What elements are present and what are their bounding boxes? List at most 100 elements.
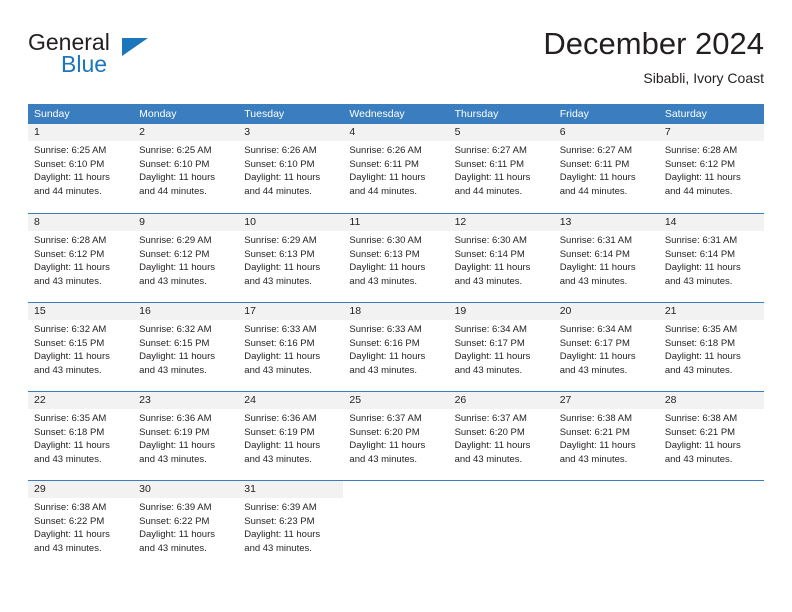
day-sun-info: Sunrise: 6:34 AM Sunset: 6:17 PM Daylight:…: [449, 320, 554, 377]
day-cell-31[interactable]: 31 Sunrise: 6:39 AM Sunset: 6:23 PM Dayligh…: [238, 481, 344, 569]
sunset-text: Sunset: 6:19 PM: [139, 426, 210, 438]
day-number: [343, 481, 449, 498]
day-cell-30[interactable]: 30 Sunrise: 6:39 AM Sunset: 6:22 PM Dayligh…: [133, 481, 239, 569]
calendar-page: General Blue December 2024 Sibabli, Ivor…: [0, 0, 792, 612]
day-sun-info: Sunrise: 6:34 AM Sunset: 6:17 PM Daylight:…: [554, 320, 659, 377]
sunrise-text: Sunrise: 6:31 AM: [559, 235, 633, 246]
day-sun-info: Sunrise: 6:35 AM Sunset: 6:18 PM Daylight:…: [659, 320, 764, 377]
day-cell-7[interactable]: 7 Sunrise: 6:28 AM Sunset: 6:12 PM Daylight…: [658, 124, 764, 213]
day-cell-8[interactable]: 8 Sunrise: 6:28 AM Sunset: 6:12 PM Daylight…: [28, 214, 134, 302]
daylight-text-line2: and 43 minutes.: [139, 542, 207, 554]
day-cell-empty: [448, 481, 554, 569]
sunrise-text: Sunrise: 6:34 AM: [454, 324, 527, 335]
day-number: 31: [238, 481, 344, 498]
day-number: 20: [553, 303, 659, 320]
daylight-text-line1: Daylight: 11 hours: [139, 529, 216, 541]
daylight-text-line2: and 43 minutes.: [454, 275, 523, 287]
generalblue-logo[interactable]: General Blue: [28, 30, 208, 86]
day-cell-5[interactable]: 5 Sunrise: 6:27 AM Sunset: 6:11 PM Daylight…: [448, 124, 554, 213]
day-cell-29[interactable]: 29 Sunrise: 6:38 AM Sunset: 6:22 PM Dayligh…: [28, 481, 134, 569]
day-number: [448, 481, 554, 498]
weekday-header-saturday: Saturday: [664, 108, 707, 120]
day-cell-12[interactable]: 12 Sunrise: 6:30 AM Sunset: 6:14 PM Dayligh…: [448, 214, 554, 302]
day-cell-20[interactable]: 20 Sunrise: 6:34 AM Sunset: 6:17 PM Dayligh…: [553, 303, 659, 391]
day-cell-13[interactable]: 13 Sunrise: 6:31 AM Sunset: 6:14 PM Dayligh…: [553, 214, 659, 302]
daylight-text-line2: and 44 minutes.: [454, 185, 523, 197]
day-cell-4[interactable]: 4 Sunrise: 6:26 AM Sunset: 6:11 PM Daylight…: [343, 124, 449, 213]
daylight-text-line1: Daylight: 11 hours: [34, 262, 110, 274]
sunrise-text: Sunrise: 6:35 AM: [34, 413, 107, 424]
day-sun-info: Sunrise: 6:28 AM Sunset: 6:12 PM Daylight:…: [659, 141, 764, 198]
day-sun-info: Sunrise: 6:39 AM Sunset: 6:23 PM Daylight:…: [238, 498, 343, 555]
day-cell-10[interactable]: 10 Sunrise: 6:29 AM Sunset: 6:13 PM Dayligh…: [238, 214, 344, 302]
day-sun-info: Sunrise: 6:28 AM Sunset: 6:12 PM Daylight:…: [28, 231, 133, 288]
day-number: 30: [133, 481, 239, 498]
daylight-text-line1: Daylight: 11 hours: [244, 351, 321, 363]
day-sun-info: Sunrise: 6:33 AM Sunset: 6:16 PM Daylight:…: [238, 320, 343, 377]
sunrise-text: Sunrise: 6:38 AM: [664, 413, 738, 424]
sunset-text: Sunset: 6:23 PM: [244, 515, 315, 527]
day-number: 18: [343, 303, 449, 320]
day-sun-info: Sunrise: 6:39 AM Sunset: 6:22 PM Daylight:…: [133, 498, 238, 555]
day-sun-info: Sunrise: 6:36 AM Sunset: 6:19 PM Daylight:…: [133, 409, 238, 466]
sunrise-text: Sunrise: 6:31 AM: [664, 235, 738, 246]
day-cell-15[interactable]: 15 Sunrise: 6:32 AM Sunset: 6:15 PM Dayligh…: [28, 303, 134, 391]
daylight-text-line1: Daylight: 11 hours: [454, 262, 531, 274]
sunrise-text: Sunrise: 6:33 AM: [244, 324, 317, 335]
day-cell-empty: [343, 481, 449, 569]
day-number: 27: [553, 392, 659, 409]
day-cell-21[interactable]: 21 Sunrise: 6:35 AM Sunset: 6:18 PM Dayligh…: [658, 303, 764, 391]
daylight-text-line2: and 43 minutes.: [559, 275, 628, 287]
daylight-text-line2: and 43 minutes.: [664, 364, 733, 376]
weekday-header-tuesday: Tuesday: [244, 108, 285, 120]
day-sun-info: Sunrise: 6:25 AM Sunset: 6:10 PM Daylight:…: [28, 141, 133, 198]
daylight-text-line1: Daylight: 11 hours: [244, 262, 321, 274]
day-cell-3[interactable]: 3 Sunrise: 6:26 AM Sunset: 6:10 PM Daylight…: [238, 124, 344, 213]
daylight-text-line1: Daylight: 11 hours: [139, 440, 216, 452]
day-cell-22[interactable]: 22 Sunrise: 6:35 AM Sunset: 6:18 PM Dayligh…: [28, 392, 134, 480]
sunset-text: Sunset: 6:17 PM: [559, 337, 630, 349]
day-cell-25[interactable]: 25 Sunrise: 6:37 AM Sunset: 6:20 PM Dayligh…: [343, 392, 449, 480]
day-sun-info: Sunrise: 6:31 AM Sunset: 6:14 PM Daylight:…: [554, 231, 659, 288]
day-cell-19[interactable]: 19 Sunrise: 6:34 AM Sunset: 6:17 PM Dayligh…: [448, 303, 554, 391]
daylight-text-line1: Daylight: 11 hours: [34, 351, 110, 363]
day-cell-17[interactable]: 17 Sunrise: 6:33 AM Sunset: 6:16 PM Dayligh…: [238, 303, 344, 391]
daylight-text-line2: and 44 minutes.: [139, 185, 207, 197]
day-cell-28[interactable]: 28 Sunrise: 6:38 AM Sunset: 6:21 PM Dayligh…: [658, 392, 764, 480]
weekday-header-monday: Monday: [139, 108, 177, 120]
day-cell-11[interactable]: 11 Sunrise: 6:30 AM Sunset: 6:13 PM Dayligh…: [343, 214, 449, 302]
daylight-text-line2: and 43 minutes.: [349, 364, 418, 376]
daylight-text-line1: Daylight: 11 hours: [664, 262, 741, 274]
day-cell-26[interactable]: 26 Sunrise: 6:37 AM Sunset: 6:20 PM Dayligh…: [448, 392, 554, 480]
day-cell-6[interactable]: 6 Sunrise: 6:27 AM Sunset: 6:11 PM Daylight…: [553, 124, 659, 213]
day-sun-info: Sunrise: 6:33 AM Sunset: 6:16 PM Daylight:…: [343, 320, 448, 377]
day-cell-27[interactable]: 27 Sunrise: 6:38 AM Sunset: 6:21 PM Dayligh…: [553, 392, 659, 480]
weekday-header-friday: Friday: [559, 108, 589, 120]
day-cell-9[interactable]: 9 Sunrise: 6:29 AM Sunset: 6:12 PM Daylight…: [133, 214, 239, 302]
daylight-text-line2: and 43 minutes.: [244, 542, 312, 554]
day-number: 22: [28, 392, 134, 409]
sunset-text: Sunset: 6:19 PM: [244, 426, 315, 438]
day-cell-23[interactable]: 23 Sunrise: 6:36 AM Sunset: 6:19 PM Dayligh…: [133, 392, 239, 480]
day-cell-24[interactable]: 24 Sunrise: 6:36 AM Sunset: 6:19 PM Dayligh…: [238, 392, 344, 480]
day-number: 13: [553, 214, 659, 231]
calendar-grid: Sunday Monday Tuesday Wednesday Thursday Frid…: [28, 104, 764, 569]
day-cell-14[interactable]: 14 Sunrise: 6:31 AM Sunset: 6:14 PM Dayligh…: [658, 214, 764, 302]
day-cell-16[interactable]: 16 Sunrise: 6:32 AM Sunset: 6:15 PM Dayligh…: [133, 303, 239, 391]
page-title: December 2024: [543, 26, 764, 61]
sunrise-text: Sunrise: 6:25 AM: [139, 145, 212, 156]
daylight-text-line1: Daylight: 11 hours: [454, 172, 531, 184]
sunset-text: Sunset: 6:11 PM: [559, 158, 630, 170]
sunset-text: Sunset: 6:16 PM: [349, 337, 420, 349]
day-cell-1[interactable]: 1 Sunrise: 6:25 AM Sunset: 6:10 PM Daylight…: [28, 124, 134, 213]
daylight-text-line2: and 43 minutes.: [244, 453, 312, 465]
day-cell-2[interactable]: 2 Sunrise: 6:25 AM Sunset: 6:10 PM Daylight…: [133, 124, 239, 213]
daylight-text-line2: and 43 minutes.: [454, 364, 523, 376]
daylight-text-line1: Daylight: 11 hours: [139, 172, 216, 184]
day-sun-info: Sunrise: 6:36 AM Sunset: 6:19 PM Daylight:…: [238, 409, 343, 466]
day-cell-18[interactable]: 18 Sunrise: 6:33 AM Sunset: 6:16 PM Dayligh…: [343, 303, 449, 391]
daylight-text-line1: Daylight: 11 hours: [34, 529, 110, 541]
daylight-text-line2: and 43 minutes.: [664, 453, 733, 465]
sunset-text: Sunset: 6:14 PM: [454, 248, 525, 260]
daylight-text-line1: Daylight: 11 hours: [559, 172, 636, 184]
